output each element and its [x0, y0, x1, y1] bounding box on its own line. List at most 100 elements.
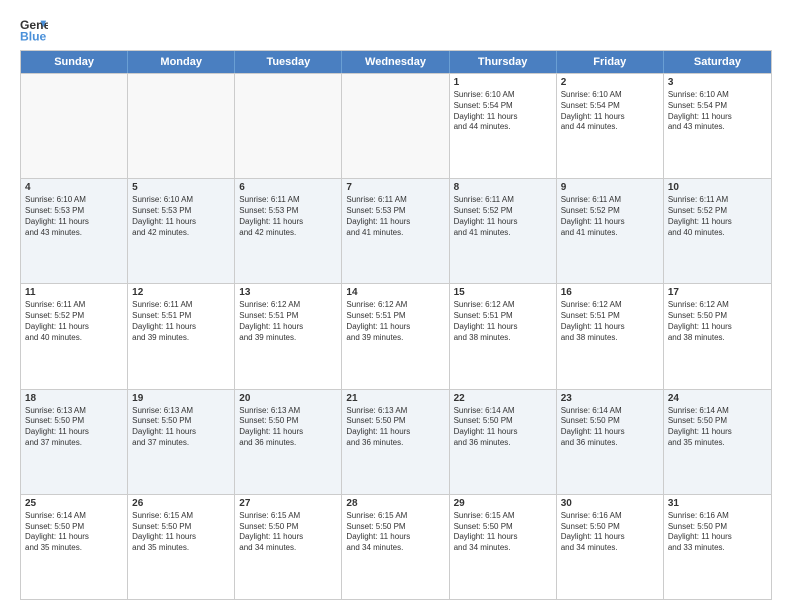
day-number: 20 — [239, 393, 337, 404]
cell-info: Sunrise: 6:11 AM Sunset: 5:52 PM Dayligh… — [561, 195, 659, 238]
day-cell-16: 16 Sunrise: 6:12 AM Sunset: 5:51 PM Dayli… — [557, 284, 664, 388]
day-cell-23: 23 Sunrise: 6:14 AM Sunset: 5:50 PM Dayli… — [557, 390, 664, 494]
cell-info: Sunrise: 6:14 AM Sunset: 5:50 PM Dayligh… — [25, 511, 123, 554]
cell-info: Sunrise: 6:10 AM Sunset: 5:54 PM Dayligh… — [454, 90, 552, 133]
calendar-body: 1 Sunrise: 6:10 AM Sunset: 5:54 PM Daylig… — [21, 73, 771, 599]
day-cell-8: 8 Sunrise: 6:11 AM Sunset: 5:52 PM Daylig… — [450, 179, 557, 283]
cell-info: Sunrise: 6:14 AM Sunset: 5:50 PM Dayligh… — [454, 406, 552, 449]
cell-info: Sunrise: 6:12 AM Sunset: 5:51 PM Dayligh… — [346, 300, 444, 343]
day-cell-11: 11Sunrise: 6:11 AM Sunset: 5:52 PM Dayli… — [21, 284, 128, 388]
day-number: 17 — [668, 287, 767, 298]
header-day-wednesday: Wednesday — [342, 51, 449, 73]
day-cell-4: 4 Sunrise: 6:10 AM Sunset: 5:53 PM Daylig… — [21, 179, 128, 283]
week-row-1: 1 Sunrise: 6:10 AM Sunset: 5:54 PM Daylig… — [21, 73, 771, 178]
cell-info: Sunrise: 6:12 AM Sunset: 5:50 PM Dayligh… — [668, 300, 767, 343]
day-cell-22: 22 Sunrise: 6:14 AM Sunset: 5:50 PM Dayli… — [450, 390, 557, 494]
day-number: 12 — [132, 287, 230, 298]
header-day-tuesday: Tuesday — [235, 51, 342, 73]
header: General Blue — [20, 16, 772, 44]
day-cell-20: 20Sunrise: 6:13 AM Sunset: 5:50 PM Dayli… — [235, 390, 342, 494]
day-cell-28: 28 Sunrise: 6:15 AM Sunset: 5:50 PM Dayli… — [342, 495, 449, 599]
cell-info: Sunrise: 6:15 AM Sunset: 5:50 PM Dayligh… — [346, 511, 444, 554]
empty-cell — [128, 74, 235, 178]
cell-info: Sunrise: 6:13 AM Sunset: 5:50 PM Dayligh… — [346, 406, 444, 449]
day-cell-5: 5Sunrise: 6:10 AM Sunset: 5:53 PM Daylig… — [128, 179, 235, 283]
cell-info: Sunrise: 6:10 AM Sunset: 5:53 PM Dayligh… — [25, 195, 123, 238]
cell-info: Sunrise: 6:15 AM Sunset: 5:50 PM Dayligh… — [239, 511, 337, 554]
cell-info: Sunrise: 6:13 AM Sunset: 5:50 PM Dayligh… — [132, 406, 230, 449]
svg-text:Blue: Blue — [20, 29, 47, 43]
day-number: 23 — [561, 393, 659, 404]
cell-info: Sunrise: 6:11 AM Sunset: 5:52 PM Dayligh… — [25, 300, 123, 343]
day-number: 14 — [346, 287, 444, 298]
day-number: 16 — [561, 287, 659, 298]
logo: General Blue — [20, 16, 48, 44]
cell-info: Sunrise: 6:16 AM Sunset: 5:50 PM Dayligh… — [561, 511, 659, 554]
day-number: 9 — [561, 182, 659, 193]
week-row-2: 4 Sunrise: 6:10 AM Sunset: 5:53 PM Daylig… — [21, 178, 771, 283]
day-cell-13: 13 Sunrise: 6:12 AM Sunset: 5:51 PM Dayli… — [235, 284, 342, 388]
day-cell-18: 18Sunrise: 6:13 AM Sunset: 5:50 PM Dayli… — [21, 390, 128, 494]
day-number: 22 — [454, 393, 552, 404]
day-number: 24 — [668, 393, 767, 404]
cell-info: Sunrise: 6:15 AM Sunset: 5:50 PM Dayligh… — [132, 511, 230, 554]
day-number: 29 — [454, 498, 552, 509]
day-number: 6 — [239, 182, 337, 193]
day-number: 27 — [239, 498, 337, 509]
day-cell-10: 10Sunrise: 6:11 AM Sunset: 5:52 PM Dayli… — [664, 179, 771, 283]
cell-info: Sunrise: 6:13 AM Sunset: 5:50 PM Dayligh… — [25, 406, 123, 449]
day-number: 7 — [346, 182, 444, 193]
day-number: 13 — [239, 287, 337, 298]
day-cell-31: 31 Sunrise: 6:16 AM Sunset: 5:50 PM Dayli… — [664, 495, 771, 599]
cell-info: Sunrise: 6:12 AM Sunset: 5:51 PM Dayligh… — [239, 300, 337, 343]
calendar: SundayMondayTuesdayWednesdayThursdayFrid… — [20, 50, 772, 600]
cell-info: Sunrise: 6:10 AM Sunset: 5:54 PM Dayligh… — [668, 90, 767, 133]
empty-cell — [342, 74, 449, 178]
cell-info: Sunrise: 6:11 AM Sunset: 5:52 PM Dayligh… — [454, 195, 552, 238]
cell-info: Sunrise: 6:10 AM Sunset: 5:54 PM Dayligh… — [561, 90, 659, 133]
day-number: 8 — [454, 182, 552, 193]
day-cell-26: 26 Sunrise: 6:15 AM Sunset: 5:50 PM Dayli… — [128, 495, 235, 599]
empty-cell — [21, 74, 128, 178]
day-number: 2 — [561, 77, 659, 88]
cell-info: Sunrise: 6:11 AM Sunset: 5:53 PM Dayligh… — [239, 195, 337, 238]
day-number: 31 — [668, 498, 767, 509]
day-cell-12: 12Sunrise: 6:11 AM Sunset: 5:51 PM Dayli… — [128, 284, 235, 388]
day-cell-25: 25 Sunrise: 6:14 AM Sunset: 5:50 PM Dayli… — [21, 495, 128, 599]
day-number: 10 — [668, 182, 767, 193]
header-day-thursday: Thursday — [450, 51, 557, 73]
day-number: 1 — [454, 77, 552, 88]
cell-info: Sunrise: 6:14 AM Sunset: 5:50 PM Dayligh… — [561, 406, 659, 449]
day-number: 26 — [132, 498, 230, 509]
day-number: 30 — [561, 498, 659, 509]
header-day-sunday: Sunday — [21, 51, 128, 73]
cell-info: Sunrise: 6:11 AM Sunset: 5:53 PM Dayligh… — [346, 195, 444, 238]
cell-info: Sunrise: 6:15 AM Sunset: 5:50 PM Dayligh… — [454, 511, 552, 554]
day-number: 28 — [346, 498, 444, 509]
day-number: 15 — [454, 287, 552, 298]
header-day-friday: Friday — [557, 51, 664, 73]
day-cell-3: 3Sunrise: 6:10 AM Sunset: 5:54 PM Daylig… — [664, 74, 771, 178]
day-cell-30: 30 Sunrise: 6:16 AM Sunset: 5:50 PM Dayli… — [557, 495, 664, 599]
day-cell-19: 19 Sunrise: 6:13 AM Sunset: 5:50 PM Dayli… — [128, 390, 235, 494]
week-row-4: 18Sunrise: 6:13 AM Sunset: 5:50 PM Dayli… — [21, 389, 771, 494]
empty-cell — [235, 74, 342, 178]
day-cell-9: 9 Sunrise: 6:11 AM Sunset: 5:52 PM Daylig… — [557, 179, 664, 283]
day-cell-1: 1 Sunrise: 6:10 AM Sunset: 5:54 PM Daylig… — [450, 74, 557, 178]
cell-info: Sunrise: 6:12 AM Sunset: 5:51 PM Dayligh… — [561, 300, 659, 343]
day-cell-2: 2 Sunrise: 6:10 AM Sunset: 5:54 PM Daylig… — [557, 74, 664, 178]
logo-icon: General Blue — [20, 16, 48, 44]
day-cell-21: 21Sunrise: 6:13 AM Sunset: 5:50 PM Dayli… — [342, 390, 449, 494]
week-row-3: 11Sunrise: 6:11 AM Sunset: 5:52 PM Dayli… — [21, 283, 771, 388]
day-cell-24: 24Sunrise: 6:14 AM Sunset: 5:50 PM Dayli… — [664, 390, 771, 494]
page: General Blue SundayMondayTuesdayWednesda… — [0, 0, 792, 612]
header-day-saturday: Saturday — [664, 51, 771, 73]
day-cell-6: 6 Sunrise: 6:11 AM Sunset: 5:53 PM Daylig… — [235, 179, 342, 283]
day-number: 25 — [25, 498, 123, 509]
header-day-monday: Monday — [128, 51, 235, 73]
cell-info: Sunrise: 6:12 AM Sunset: 5:51 PM Dayligh… — [454, 300, 552, 343]
cell-info: Sunrise: 6:16 AM Sunset: 5:50 PM Dayligh… — [668, 511, 767, 554]
day-number: 4 — [25, 182, 123, 193]
cell-info: Sunrise: 6:10 AM Sunset: 5:53 PM Dayligh… — [132, 195, 230, 238]
day-number: 19 — [132, 393, 230, 404]
